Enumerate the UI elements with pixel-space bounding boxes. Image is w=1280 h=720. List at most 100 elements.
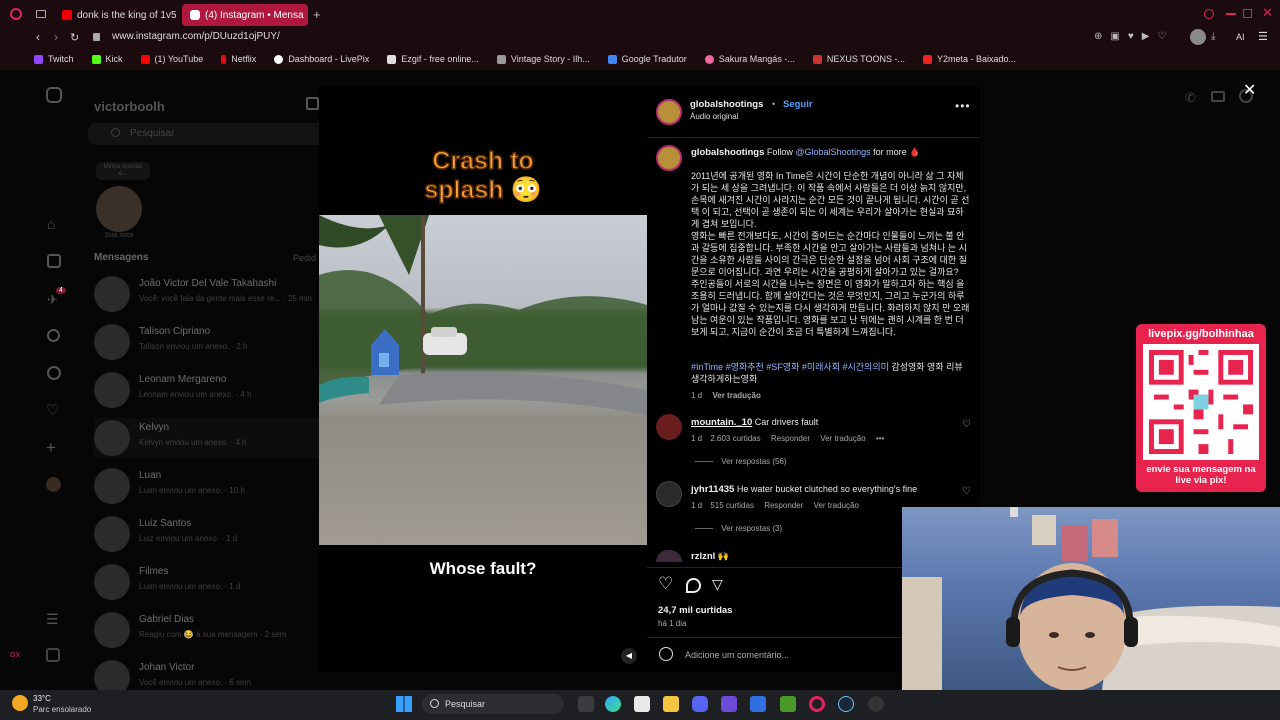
forward-icon[interactable]: ›: [54, 30, 58, 44]
caption-avatar[interactable]: [656, 145, 682, 171]
steam-icon[interactable]: [838, 696, 854, 712]
call-icon[interactable]: ✆: [1185, 90, 1196, 106]
windows-start-icon[interactable]: [396, 696, 412, 712]
tab-youtube[interactable]: donk is the king of 1v5 clu: [54, 4, 178, 26]
video-call-icon[interactable]: [1211, 91, 1225, 102]
close-viewer-icon[interactable]: ✕: [1243, 80, 1256, 100]
bookmark-livepix[interactable]: Dashboard - LivePix: [274, 54, 369, 64]
ai-button[interactable]: AI: [1236, 32, 1245, 42]
bookmark-youtube[interactable]: (1) YouTube: [140, 54, 203, 64]
weather-icon[interactable]: [12, 695, 28, 711]
comment-username[interactable]: mountain._10: [691, 417, 752, 428]
obs-icon[interactable]: [868, 696, 884, 712]
browser-search-icon[interactable]: [1204, 9, 1214, 19]
instagram-logo-icon[interactable]: [46, 87, 62, 103]
comment-username[interactable]: jyhr11435: [691, 484, 734, 495]
comment-bubble-icon[interactable]: [686, 578, 701, 593]
maximize-button[interactable]: [1243, 9, 1252, 18]
bookmark-ezgif[interactable]: Ezgif - free online...: [387, 54, 479, 64]
bookmark-kick[interactable]: Kick: [91, 54, 123, 64]
bookmark-nexus[interactable]: NEXUS TOONS -...: [812, 54, 905, 64]
app-icon[interactable]: [721, 696, 737, 712]
close-window-button[interactable]: ✕: [1262, 5, 1273, 21]
reply-button[interactable]: Responder: [764, 501, 803, 510]
more-menu-icon[interactable]: ☰: [46, 611, 59, 628]
conversation-item[interactable]: Luan Luan enviou um anexo. · 10 h: [94, 466, 324, 506]
reload-icon[interactable]: ↻: [70, 31, 79, 44]
profile-avatar[interactable]: [1190, 29, 1206, 45]
conversation-item[interactable]: Luiz Santos Luiz enviou um anexo. · 1 d: [94, 514, 324, 554]
messages-search-box[interactable]: Pesquisar: [88, 123, 328, 145]
minimize-button[interactable]: [1226, 13, 1236, 15]
note-bubble[interactable]: Minha ocasião é...: [96, 162, 150, 180]
comment-options-icon[interactable]: •••: [876, 434, 884, 443]
caption-username[interactable]: globalshootings: [691, 147, 764, 158]
view-replies-link[interactable]: Ver respostas (3): [695, 524, 782, 533]
translate-link[interactable]: Ver tradução: [814, 501, 859, 510]
opera-logo-icon[interactable]: [10, 8, 22, 20]
comment-avatar[interactable]: [656, 414, 682, 440]
conversation-item[interactable]: Talison Cipriano Talison enviou um anexo.…: [94, 322, 324, 362]
menu-icon[interactable]: ☰: [1258, 30, 1268, 43]
post-media[interactable]: Crash to splash 😳 Whose fault? ◀: [319, 87, 647, 672]
task-view-icon[interactable]: [578, 696, 594, 712]
app-icon[interactable]: [750, 696, 766, 712]
tab-instagram[interactable]: (4) Instagram • Mensa: [182, 4, 308, 26]
comment-input[interactable]: Adicione um comentário...: [685, 650, 789, 660]
messages-icon[interactable]: ✈: [47, 292, 58, 308]
comment-avatar[interactable]: [656, 481, 682, 507]
file-explorer-icon[interactable]: [663, 696, 679, 712]
reply-button[interactable]: Responder: [771, 434, 810, 443]
opera-icon[interactable]: [809, 696, 825, 712]
create-icon[interactable]: +: [46, 438, 56, 458]
notifications-heart-icon[interactable]: ♡: [46, 401, 59, 419]
author-username[interactable]: globalshootings: [690, 99, 763, 110]
url-field[interactable]: www.instagram.com/p/DUuzd1ojPUY/: [112, 31, 280, 42]
download-icon[interactable]: ⤓: [1211, 31, 1215, 42]
author-avatar[interactable]: [656, 99, 682, 125]
comment-like-heart-icon[interactable]: ♡: [962, 486, 971, 497]
conversation-item[interactable]: Gabriel Dias Reagiu com 😂 à sua mensagem …: [94, 610, 324, 650]
back-icon[interactable]: ‹: [36, 30, 40, 44]
comment-like-heart-icon[interactable]: ♡: [962, 419, 971, 430]
search-icon[interactable]: [47, 329, 60, 342]
home-icon[interactable]: ⌂: [47, 216, 55, 232]
emoji-icon[interactable]: [659, 647, 673, 661]
conversation-item[interactable]: Leonam Mergareno Leonam enviou um anexo. …: [94, 370, 324, 410]
discord-icon[interactable]: [692, 696, 708, 712]
tab-overview-icon[interactable]: [36, 10, 46, 18]
share-send-icon[interactable]: ▽: [712, 576, 723, 593]
edge-icon[interactable]: [605, 696, 621, 712]
follow-button[interactable]: Seguir: [783, 99, 813, 110]
minecraft-icon[interactable]: [780, 696, 796, 712]
reels-icon[interactable]: [47, 254, 61, 268]
store-icon[interactable]: [634, 696, 650, 712]
explore-icon[interactable]: [47, 366, 61, 380]
comment-likes[interactable]: 515 curtidas: [710, 501, 754, 510]
caption-mention[interactable]: @GlobalShootings: [795, 147, 870, 157]
compose-icon[interactable]: [306, 97, 319, 110]
account-username[interactable]: victorboolh: [94, 99, 165, 114]
own-avatar[interactable]: [96, 186, 142, 232]
requests-link[interactable]: Pedid: [293, 253, 316, 263]
comment-username[interactable]: rzlznl: [691, 551, 715, 562]
bookmark-vintage-story[interactable]: Vintage Story - Ilh...: [496, 54, 590, 64]
taskbar-search-box[interactable]: Pesquisar: [422, 694, 564, 714]
comment-likes[interactable]: 2.603 curtidas: [710, 434, 760, 443]
translate-link[interactable]: Ver tradução: [820, 434, 865, 443]
like-heart-icon[interactable]: ♡: [658, 574, 673, 594]
bookmark-y2meta[interactable]: Y2meta - Baixado...: [923, 54, 1016, 64]
conversation-item[interactable]: Kelvyn Kelvyn enviou um anexo. · 4 h: [94, 418, 324, 458]
meta-apps-icon[interactable]: [46, 648, 60, 662]
new-tab-button[interactable]: +: [313, 7, 321, 22]
caption-hashtags[interactable]: #InTime #영화추천 #SF영화 #미래사회 #시간의의미: [691, 362, 889, 372]
bookmark-sakura[interactable]: Sakura Mangás -...: [704, 54, 795, 64]
conversation-item[interactable]: João Victor Del Vale Takahashi Você: você…: [94, 274, 324, 314]
conversation-item[interactable]: Filmes Luan enviou um anexo. · 1 d: [94, 562, 324, 602]
profile-icon[interactable]: [46, 477, 61, 492]
caption-translate-link[interactable]: Ver tradução: [712, 391, 760, 400]
bookmark-netflix[interactable]: Netflix: [221, 54, 256, 64]
audio-label[interactable]: Áudio original: [690, 112, 738, 121]
view-replies-link[interactable]: Ver respostas (56): [695, 457, 787, 466]
mute-toggle-icon[interactable]: ◀: [621, 648, 637, 664]
